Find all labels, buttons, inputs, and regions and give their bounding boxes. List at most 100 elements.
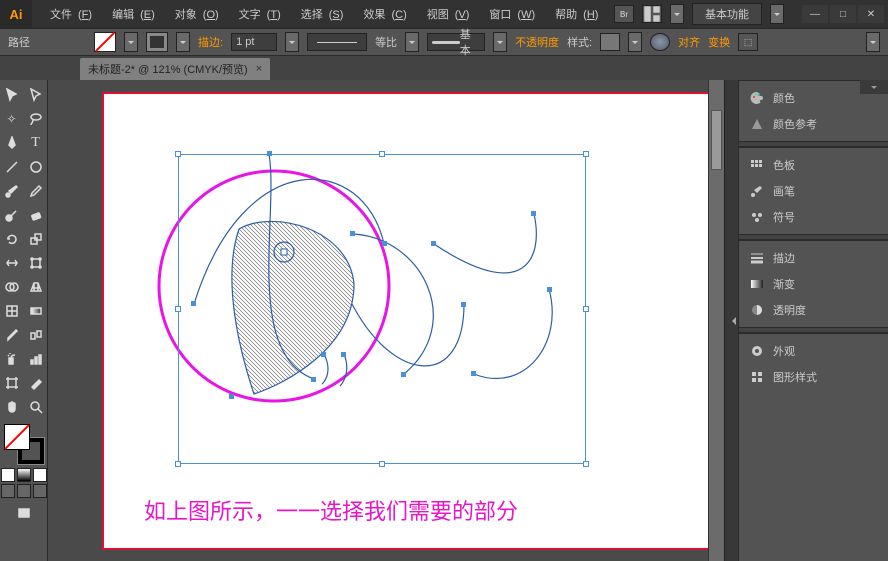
zoom-tool[interactable]: [25, 396, 47, 418]
menu-window[interactable]: 窗口(W): [477, 2, 541, 26]
panel-symbols[interactable]: 符号: [739, 204, 888, 230]
selection-bounding-box[interactable]: [178, 154, 586, 464]
menu-effect[interactable]: 效果(C): [351, 2, 412, 26]
draw-inside[interactable]: [33, 484, 47, 498]
pen-tool[interactable]: [1, 132, 23, 154]
menu-file[interactable]: 文件(F): [38, 2, 98, 26]
eyedropper-tool[interactable]: [1, 324, 23, 346]
panel-label: 色板: [773, 157, 795, 173]
panel-menu-dropdown[interactable]: [866, 32, 880, 52]
line-tool[interactable]: [1, 156, 23, 178]
panel-graphic-styles[interactable]: 图形样式: [739, 364, 888, 390]
menu-edit[interactable]: 编辑(E): [100, 2, 161, 26]
style-thumb[interactable]: [600, 33, 620, 51]
minimize-button[interactable]: ―: [802, 5, 828, 23]
vertical-scrollbar[interactable]: [708, 80, 724, 561]
recolor-icon[interactable]: [650, 33, 670, 51]
lasso-tool[interactable]: [25, 108, 47, 130]
draw-behind[interactable]: [17, 484, 31, 498]
stroke-weight-dropdown[interactable]: [285, 32, 299, 52]
style-dropdown[interactable]: [628, 32, 642, 52]
fill-dropdown[interactable]: [124, 32, 138, 52]
panel-label: 外观: [773, 343, 795, 359]
rotate-tool[interactable]: [1, 228, 23, 250]
stroke-dropdown[interactable]: [176, 32, 190, 52]
symbol-sprayer-tool[interactable]: [1, 348, 23, 370]
arrange-documents-icon[interactable]: [642, 5, 662, 23]
panel-transparency[interactable]: 透明度: [739, 297, 888, 323]
menu-select[interactable]: 选择(S): [289, 2, 350, 26]
tools-panel-menu[interactable]: [860, 80, 888, 94]
panel-swatches[interactable]: 色板: [739, 152, 888, 178]
slice-tool[interactable]: [25, 372, 47, 394]
hand-tool[interactable]: [1, 396, 23, 418]
stroke-weight-field[interactable]: 1 pt: [231, 33, 277, 51]
color-mode-row: [1, 468, 47, 482]
column-graph-tool[interactable]: [25, 348, 47, 370]
fill-swatch[interactable]: [94, 32, 116, 52]
brush-definition[interactable]: 基本: [427, 33, 485, 51]
blob-brush-tool[interactable]: [1, 204, 23, 226]
free-transform-tool[interactable]: [25, 252, 47, 274]
panel-gradient[interactable]: 渐变: [739, 271, 888, 297]
panel-label: 渐变: [773, 276, 795, 292]
menu-view[interactable]: 视图(V): [415, 2, 476, 26]
opacity-label[interactable]: 不透明度: [515, 34, 559, 50]
pencil-tool[interactable]: [25, 180, 47, 202]
panel-stroke[interactable]: 描边: [739, 245, 888, 271]
maximize-button[interactable]: □: [830, 5, 856, 23]
workspace-switcher[interactable]: 基本功能: [692, 3, 762, 25]
panel-label: 透明度: [773, 302, 806, 318]
panel-color-guide[interactable]: 颜色参考: [739, 111, 888, 137]
screen-mode-button[interactable]: [13, 502, 35, 524]
panel-appearance[interactable]: 外观: [739, 338, 888, 364]
panel-collapse-strip[interactable]: [724, 80, 738, 561]
graphic-styles-icon: [749, 369, 765, 385]
ellipse-tool[interactable]: [25, 156, 47, 178]
gradient-tool[interactable]: [25, 300, 47, 322]
brush-dropdown[interactable]: [493, 32, 507, 52]
stroke-swatch[interactable]: [146, 32, 168, 52]
document-tab[interactable]: 未标题-2* @ 121% (CMYK/预览) ×: [80, 58, 270, 80]
menu-object[interactable]: 对象(O): [163, 2, 225, 26]
type-tool[interactable]: T: [25, 132, 47, 154]
draw-normal[interactable]: [1, 484, 15, 498]
artboard-tool[interactable]: [1, 372, 23, 394]
transform-label[interactable]: 变换: [708, 34, 730, 50]
perspective-grid-tool[interactable]: [25, 276, 47, 298]
width-tool[interactable]: [1, 252, 23, 274]
canvas[interactable]: 如上图所示，一一选择我们需要的部分: [80, 80, 708, 561]
variable-width-profile[interactable]: [307, 33, 367, 51]
panel-brushes[interactable]: 画笔: [739, 178, 888, 204]
fill-box[interactable]: [4, 424, 30, 450]
tools-panel: ✧ T: [0, 80, 48, 561]
main-area: ✧ T: [0, 80, 888, 561]
color-mode-none[interactable]: [33, 468, 47, 482]
direct-selection-tool[interactable]: [25, 84, 47, 106]
arrange-dropdown[interactable]: [670, 4, 684, 24]
scale-tool[interactable]: [25, 228, 47, 250]
mesh-tool[interactable]: [1, 300, 23, 322]
right-panel-dock: 颜色 颜色参考 色板 画笔 符号 描边 渐变 透明度 外观 图形样式: [738, 80, 888, 561]
bridge-icon[interactable]: Br: [614, 5, 634, 23]
menu-help[interactable]: 帮助(H): [543, 2, 604, 26]
artboard[interactable]: 如上图所示，一一选择我们需要的部分: [102, 92, 708, 550]
scrollbar-thumb[interactable]: [711, 110, 722, 170]
paintbrush-tool[interactable]: [1, 180, 23, 202]
close-button[interactable]: ✕: [858, 5, 884, 23]
menu-type[interactable]: 文字(T): [227, 2, 287, 26]
fill-stroke-indicator[interactable]: [4, 424, 44, 464]
color-mode-gradient[interactable]: [17, 468, 31, 482]
isolate-icon[interactable]: ⬚: [738, 33, 758, 51]
dash-dropdown[interactable]: [405, 32, 419, 52]
magic-wand-tool[interactable]: ✧: [1, 108, 23, 130]
blend-tool[interactable]: [25, 324, 47, 346]
align-label[interactable]: 对齐: [678, 34, 700, 50]
workspace-dropdown[interactable]: [770, 4, 784, 24]
color-mode-solid[interactable]: [1, 468, 15, 482]
tab-close-icon[interactable]: ×: [256, 63, 262, 75]
annotation-text: 如上图所示，一一选择我们需要的部分: [144, 494, 518, 526]
selection-tool[interactable]: [1, 84, 23, 106]
shape-builder-tool[interactable]: [1, 276, 23, 298]
eraser-tool[interactable]: [25, 204, 47, 226]
